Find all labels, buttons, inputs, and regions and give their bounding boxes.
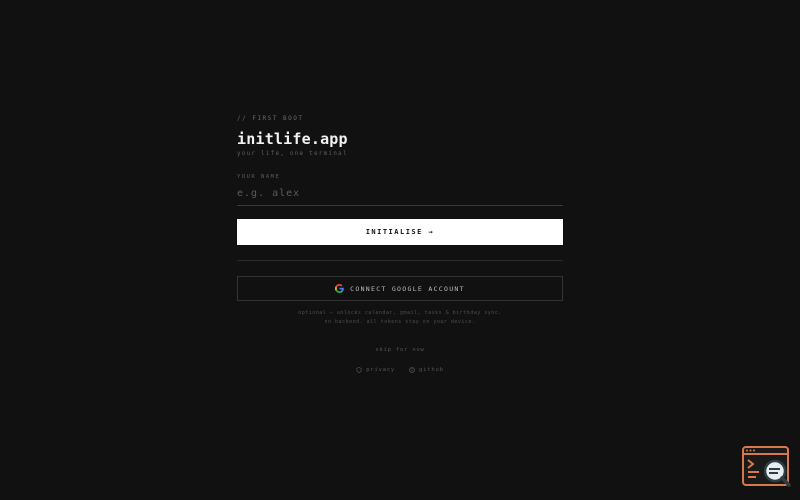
connect-google-button[interactable]: CONNECT GOOGLE ACCOUNT <box>237 276 563 301</box>
skip-link[interactable]: skip for now <box>237 345 563 355</box>
boot-label: // FIRST BOOT <box>237 115 304 122</box>
google-note-line-1: optional — unlocks calendar, gmail, task… <box>298 310 502 316</box>
name-input[interactable] <box>237 186 563 206</box>
privacy-link[interactable]: privacy <box>356 367 395 373</box>
github-icon <box>409 367 415 373</box>
terminal-search-widget-icon[interactable] <box>742 445 792 489</box>
github-label: github <box>419 367 444 373</box>
connect-google-label: CONNECT GOOGLE ACCOUNT <box>350 284 465 293</box>
onboarding-card: // FIRST BOOT initlife.app your life, on… <box>237 114 563 373</box>
footer-links: privacy github <box>237 367 563 373</box>
app-title: initlife.app <box>237 130 348 148</box>
app-subtitle: your life, one terminal <box>237 150 348 157</box>
github-link[interactable]: github <box>409 367 444 373</box>
name-field-label: YOUR NAME <box>237 174 281 180</box>
divider <box>237 260 563 261</box>
google-note: optional — unlocks calendar, gmail, task… <box>237 309 563 327</box>
privacy-label: privacy <box>366 367 396 373</box>
initialise-button-label: INITIALISE → <box>365 228 435 236</box>
onboarding-screen: // FIRST BOOT initlife.app your life, on… <box>0 0 800 500</box>
shield-icon <box>356 367 362 373</box>
initialise-button[interactable]: INITIALISE → <box>237 219 563 245</box>
google-icon <box>335 284 344 293</box>
google-note-line-2: no backend. all tokens stay on your devi… <box>324 319 476 325</box>
